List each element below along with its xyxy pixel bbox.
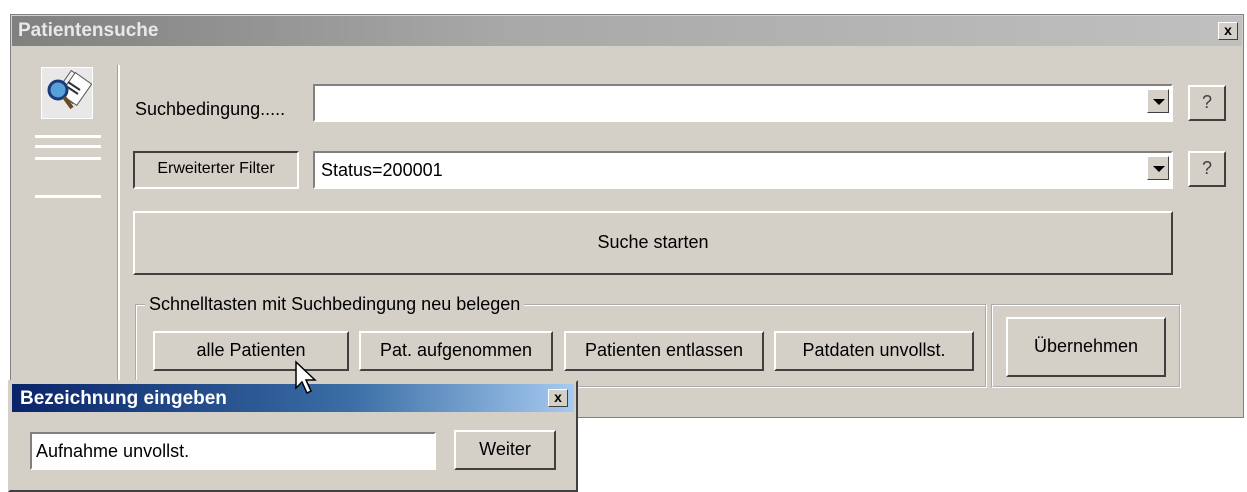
vertical-divider bbox=[117, 65, 120, 419]
chevron-down-icon[interactable] bbox=[1147, 89, 1169, 113]
label-input-value: Aufnahme unvollst. bbox=[36, 441, 190, 461]
next-button[interactable]: Weiter bbox=[454, 430, 556, 470]
filter-combobox[interactable]: Status=200001 bbox=[313, 151, 1173, 189]
decorative-line bbox=[35, 157, 101, 160]
dialog-titlebar[interactable]: Bezeichnung eingeben x bbox=[12, 384, 574, 412]
window-title: Patientensuche bbox=[18, 20, 159, 41]
quick-button-incomplete[interactable]: Patdaten unvollst. bbox=[774, 331, 974, 371]
chevron-down-icon[interactable] bbox=[1147, 156, 1169, 180]
search-condition-combobox[interactable] bbox=[313, 84, 1173, 122]
decorative-line bbox=[35, 145, 101, 148]
help-button-condition[interactable]: ? bbox=[1188, 85, 1226, 121]
apply-button[interactable]: Übernehmen bbox=[1006, 317, 1166, 377]
decorative-line bbox=[35, 195, 101, 198]
quick-button-discharged[interactable]: Patienten entlassen bbox=[564, 331, 764, 371]
patient-search-icon bbox=[41, 67, 93, 119]
dialog-close-button[interactable]: x bbox=[548, 389, 568, 407]
mouse-pointer-icon bbox=[294, 360, 320, 401]
left-panel bbox=[25, 65, 111, 419]
patient-search-window: Patientensuche x Suchbedingung..... ? Er… bbox=[10, 14, 1244, 419]
quick-button-admitted[interactable]: Pat. aufgenommen bbox=[359, 331, 553, 371]
extended-filter-button[interactable]: Erweiterter Filter bbox=[133, 151, 299, 189]
search-condition-label: Suchbedingung..... bbox=[135, 99, 286, 119]
start-search-button[interactable]: Suche starten bbox=[133, 211, 1173, 275]
help-button-filter[interactable]: ? bbox=[1188, 151, 1226, 187]
dialog-title: Bezeichnung eingeben bbox=[20, 388, 227, 409]
enter-label-dialog: Bezeichnung eingeben x Aufnahme unvollst… bbox=[8, 380, 578, 492]
decorative-line bbox=[35, 135, 101, 138]
window-close-button[interactable]: x bbox=[1218, 22, 1238, 40]
label-input[interactable]: Aufnahme unvollst. bbox=[30, 432, 436, 470]
window-titlebar[interactable]: Patientensuche x bbox=[12, 16, 1242, 46]
filter-value: Status=200001 bbox=[321, 160, 443, 180]
quick-keys-group-label: Schnelltasten mit Suchbedingung neu bele… bbox=[145, 294, 525, 315]
